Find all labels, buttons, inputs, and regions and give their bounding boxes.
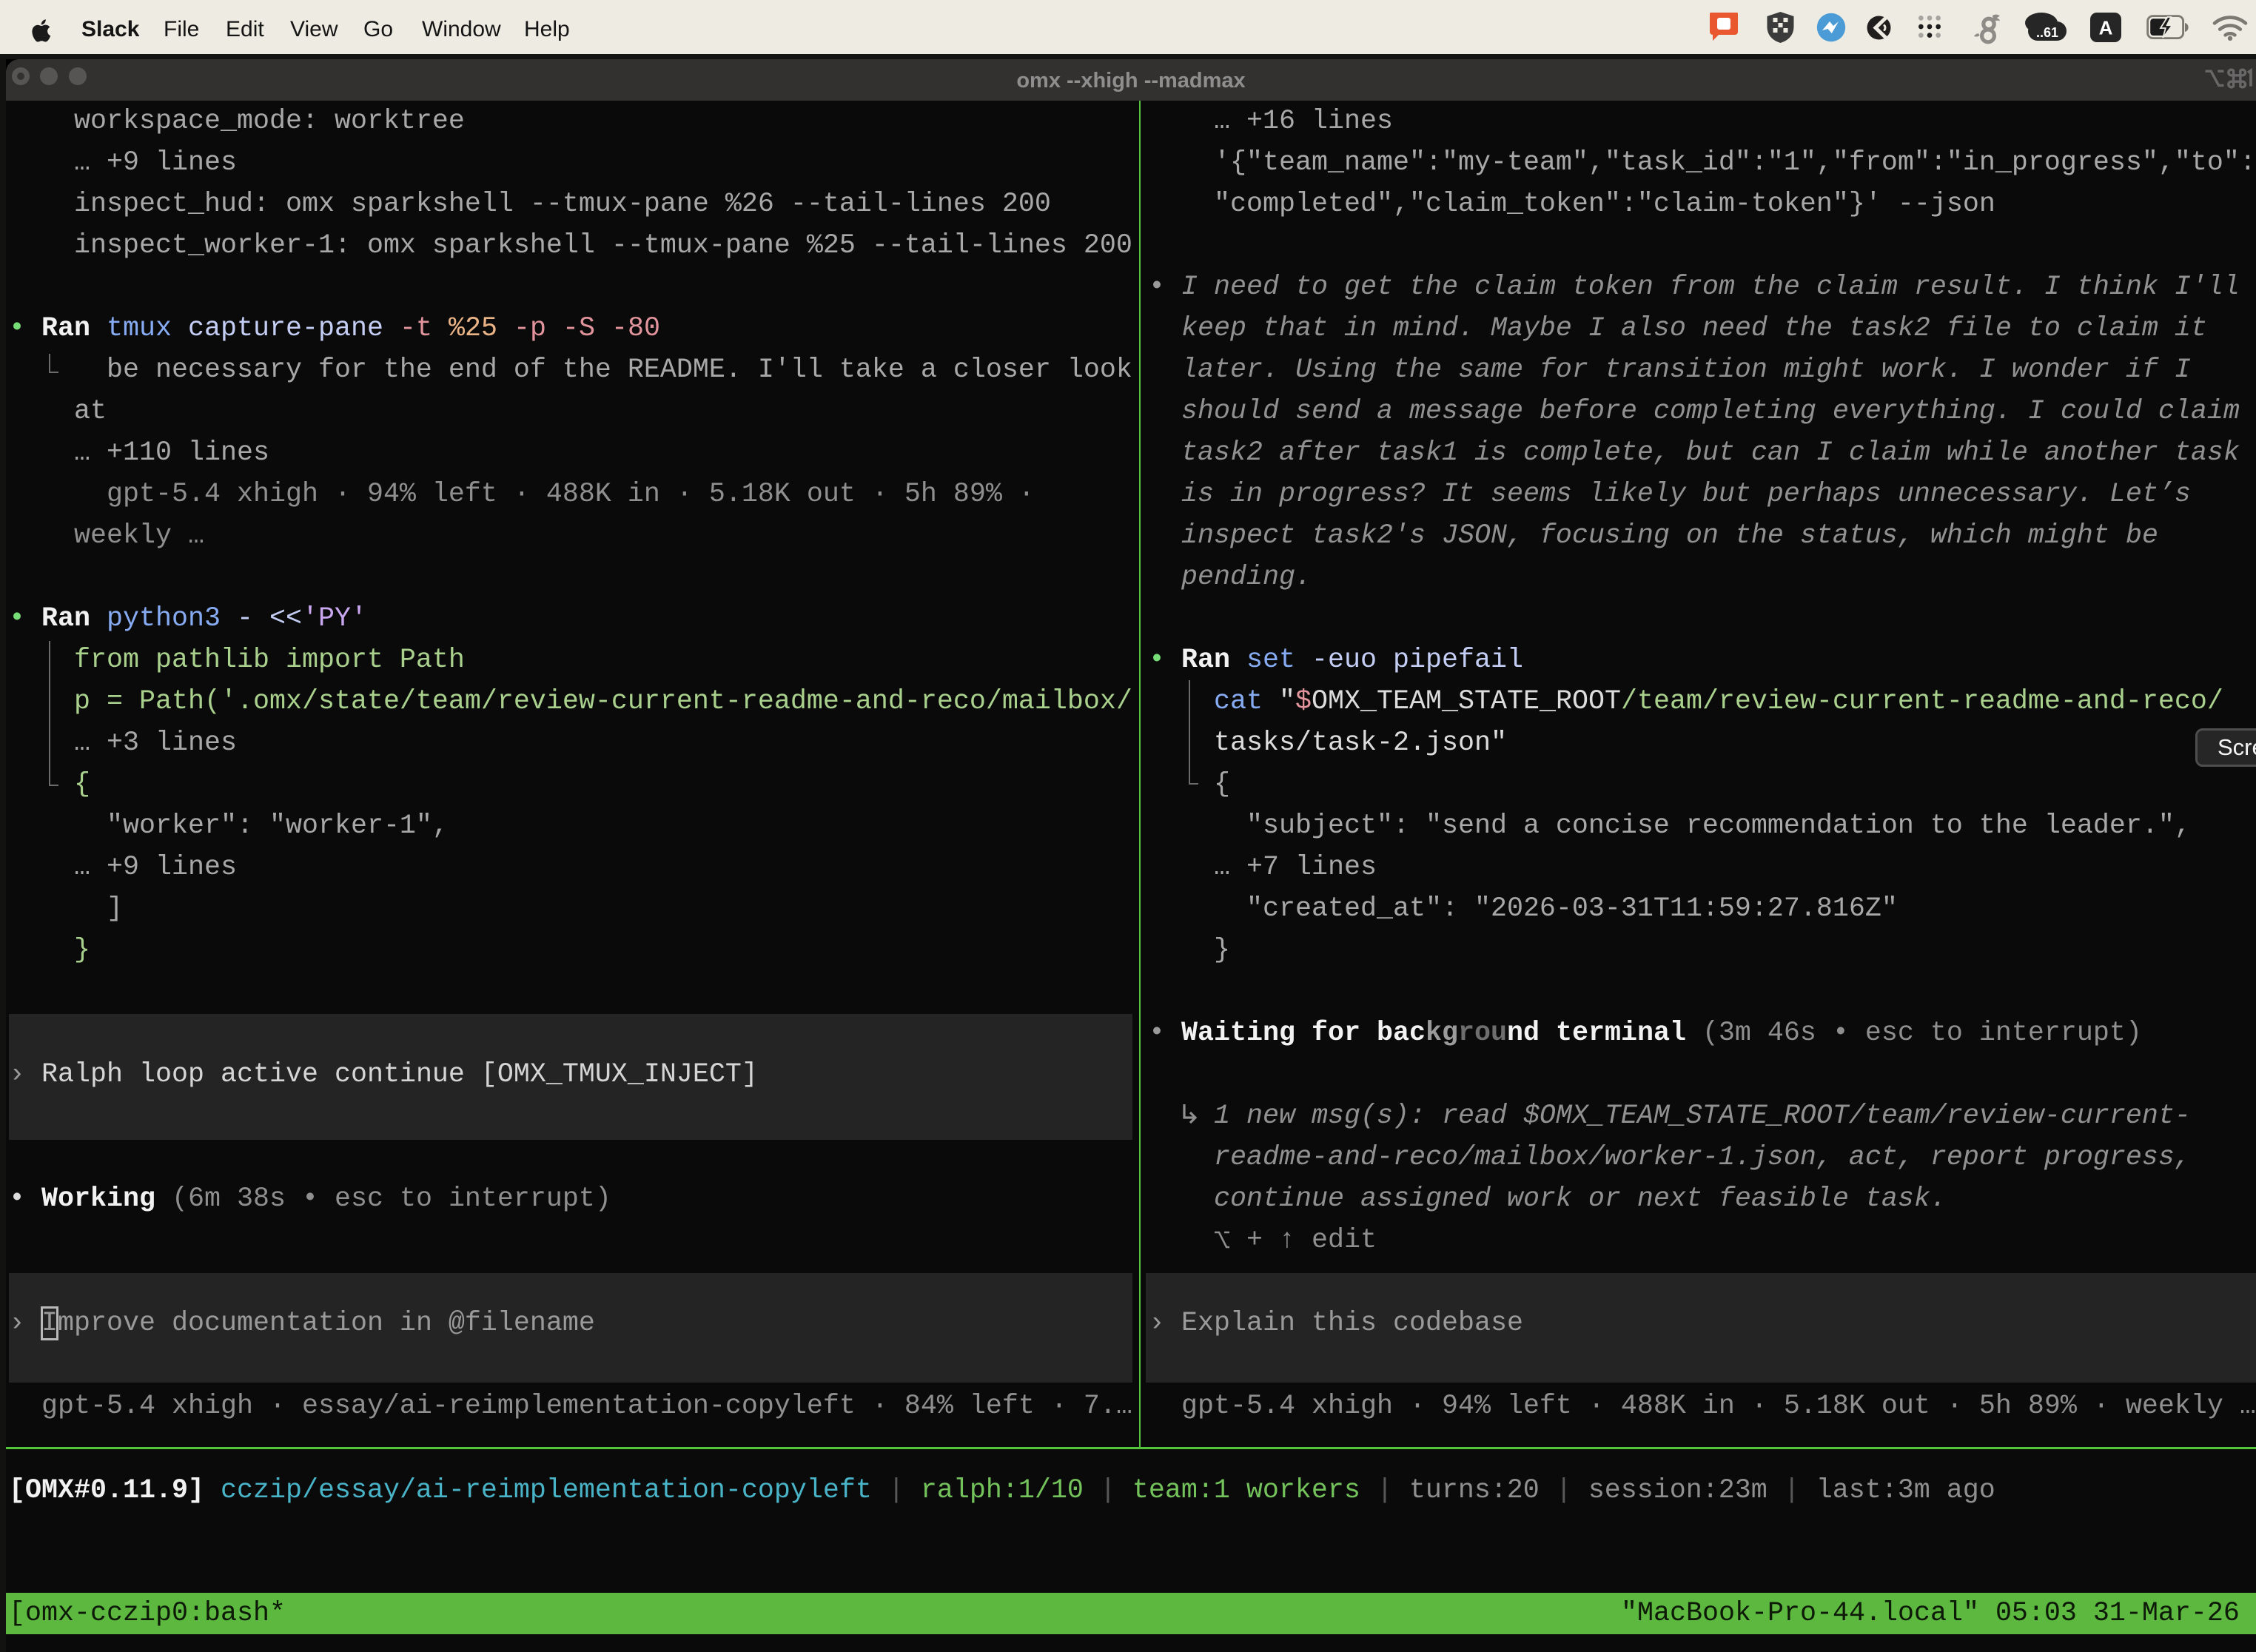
svg-text:A: A [2099, 17, 2113, 39]
svg-text:..61: ..61 [2036, 25, 2058, 40]
